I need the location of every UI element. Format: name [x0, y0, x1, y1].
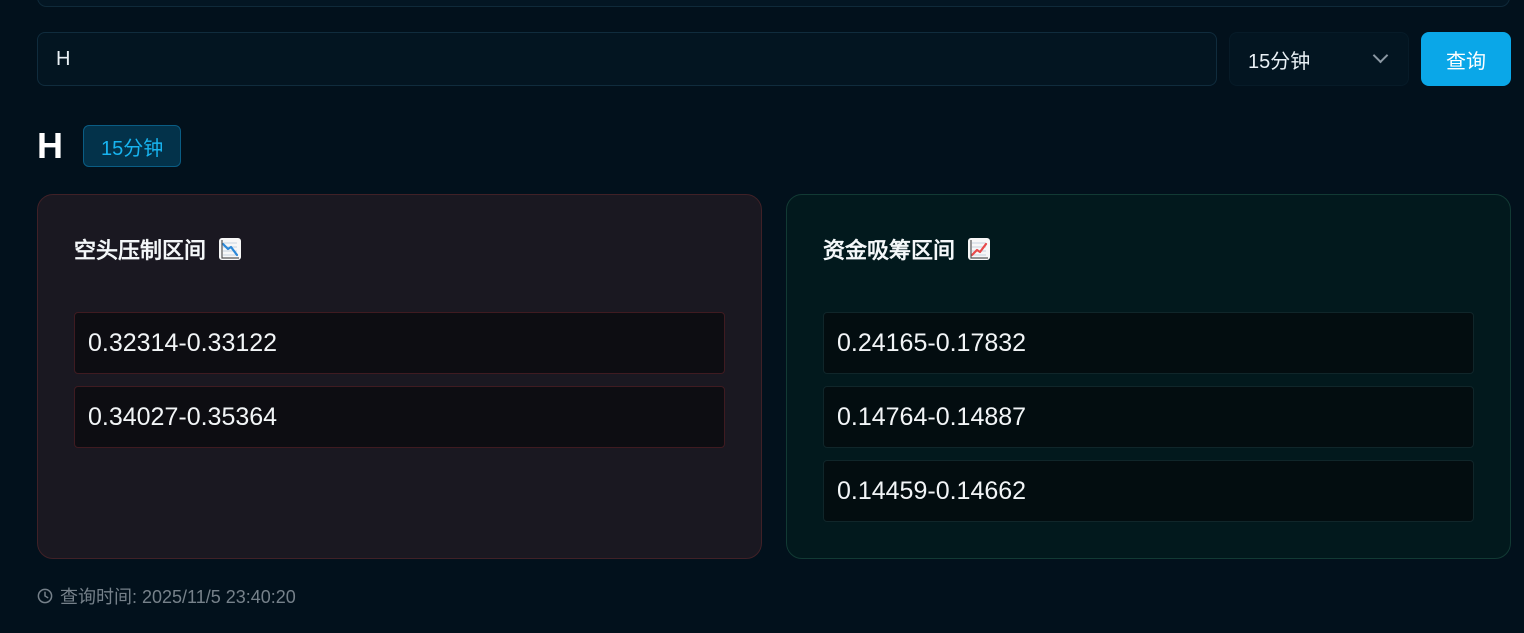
search-row: 15分钟 查询 [37, 32, 1511, 86]
bullish-panel-title-text: 资金吸筹区间 [823, 238, 956, 263]
symbol-input[interactable] [37, 32, 1217, 86]
interval-select[interactable]: 15分钟 [1229, 32, 1409, 86]
symbol-title: H [37, 125, 63, 166]
chevron-down-icon [1372, 47, 1389, 64]
interval-badge: 15分钟 [83, 125, 182, 167]
range-item: 0.34027-0.35364 [74, 386, 725, 448]
bearish-range-list: 0.32314-0.33122 0.34027-0.35364 [74, 312, 725, 448]
capital-accumulation-panel: 资金吸筹区间 0.24165-0.17832 0.14764-0.14887 0… [786, 194, 1511, 559]
bullish-range-list: 0.24165-0.17832 0.14764-0.14887 0.14459-… [823, 312, 1474, 522]
result-header: H 15分钟 [37, 124, 182, 168]
bearish-panel-title: 空头压制区间 [74, 233, 242, 265]
query-time: 查询时间: 2025/11/5 23:40:20 [37, 583, 296, 609]
bearish-panel-title-text: 空头压制区间 [74, 238, 207, 263]
chart-increasing-icon [968, 238, 991, 260]
bullish-panel-title: 资金吸筹区间 [823, 233, 991, 265]
top-panel-edge [37, 0, 1510, 7]
query-button[interactable]: 查询 [1421, 32, 1511, 86]
page: 15分钟 查询 H 15分钟 空头压制区间 0.32314-0.33122 0.… [0, 0, 1524, 633]
range-item: 0.14459-0.14662 [823, 460, 1474, 522]
interval-select-value: 15分钟 [1248, 50, 1311, 73]
range-item: 0.32314-0.33122 [74, 312, 725, 374]
range-item: 0.14764-0.14887 [823, 386, 1474, 448]
bearish-pressure-panel: 空头压制区间 0.32314-0.33122 0.34027-0.35364 [37, 194, 762, 559]
query-time-text: 查询时间: 2025/11/5 23:40:20 [60, 587, 296, 607]
clock-icon [37, 588, 53, 604]
chart-decreasing-icon [219, 238, 242, 260]
range-item: 0.24165-0.17832 [823, 312, 1474, 374]
